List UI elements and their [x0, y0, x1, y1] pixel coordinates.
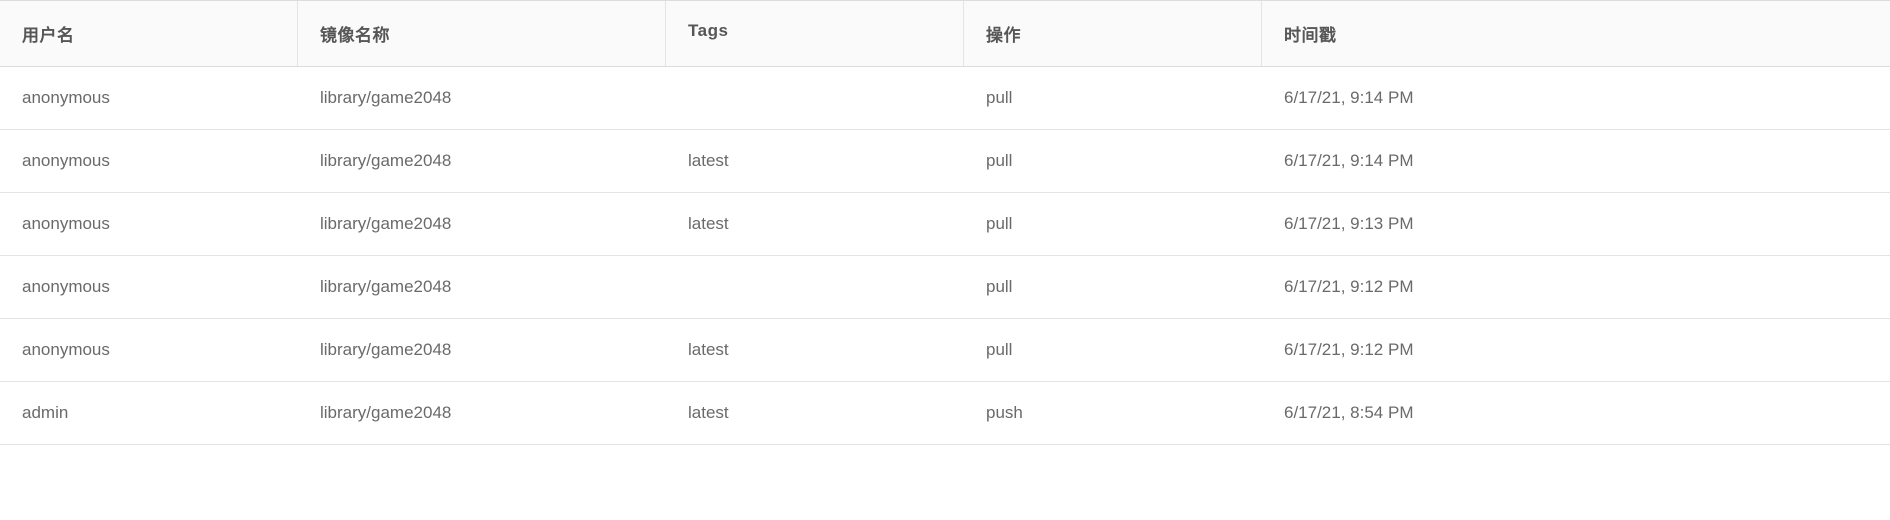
cell-user: anonymous	[0, 130, 298, 192]
cell-image: library/game2048	[298, 130, 666, 192]
table-row[interactable]: admin library/game2048 latest push 6/17/…	[0, 382, 1890, 445]
cell-timestamp: 6/17/21, 9:12 PM	[1262, 256, 1890, 318]
cell-user: anonymous	[0, 256, 298, 318]
header-operation[interactable]: 操作	[964, 1, 1262, 66]
cell-user: admin	[0, 382, 298, 444]
cell-timestamp: 6/17/21, 9:14 PM	[1262, 130, 1890, 192]
cell-tags: latest	[666, 319, 964, 381]
cell-timestamp: 6/17/21, 9:14 PM	[1262, 67, 1890, 129]
header-tags[interactable]: Tags	[666, 1, 964, 66]
cell-user: anonymous	[0, 193, 298, 255]
cell-tags: latest	[666, 382, 964, 444]
cell-image: library/game2048	[298, 193, 666, 255]
cell-image: library/game2048	[298, 382, 666, 444]
cell-image: library/game2048	[298, 67, 666, 129]
cell-user: anonymous	[0, 319, 298, 381]
cell-tags: latest	[666, 193, 964, 255]
cell-tags: latest	[666, 130, 964, 192]
cell-operation: pull	[964, 256, 1262, 318]
header-timestamp[interactable]: 时间戳	[1262, 1, 1890, 66]
table-row[interactable]: anonymous library/game2048 pull 6/17/21,…	[0, 256, 1890, 319]
table-row[interactable]: anonymous library/game2048 pull 6/17/21,…	[0, 67, 1890, 130]
table-header-row: 用户名 镜像名称 Tags 操作 时间戳	[0, 1, 1890, 67]
log-table: 用户名 镜像名称 Tags 操作 时间戳 anonymous library/g…	[0, 0, 1890, 445]
header-user[interactable]: 用户名	[0, 1, 298, 66]
cell-timestamp: 6/17/21, 9:13 PM	[1262, 193, 1890, 255]
cell-tags	[666, 256, 964, 318]
cell-operation: pull	[964, 130, 1262, 192]
header-image[interactable]: 镜像名称	[298, 1, 666, 66]
cell-image: library/game2048	[298, 319, 666, 381]
cell-timestamp: 6/17/21, 9:12 PM	[1262, 319, 1890, 381]
cell-tags	[666, 67, 964, 129]
cell-image: library/game2048	[298, 256, 666, 318]
cell-timestamp: 6/17/21, 8:54 PM	[1262, 382, 1890, 444]
cell-operation: pull	[964, 193, 1262, 255]
cell-operation: push	[964, 382, 1262, 444]
cell-operation: pull	[964, 67, 1262, 129]
table-row[interactable]: anonymous library/game2048 latest pull 6…	[0, 130, 1890, 193]
table-row[interactable]: anonymous library/game2048 latest pull 6…	[0, 193, 1890, 256]
table-row[interactable]: anonymous library/game2048 latest pull 6…	[0, 319, 1890, 382]
cell-operation: pull	[964, 319, 1262, 381]
cell-user: anonymous	[0, 67, 298, 129]
